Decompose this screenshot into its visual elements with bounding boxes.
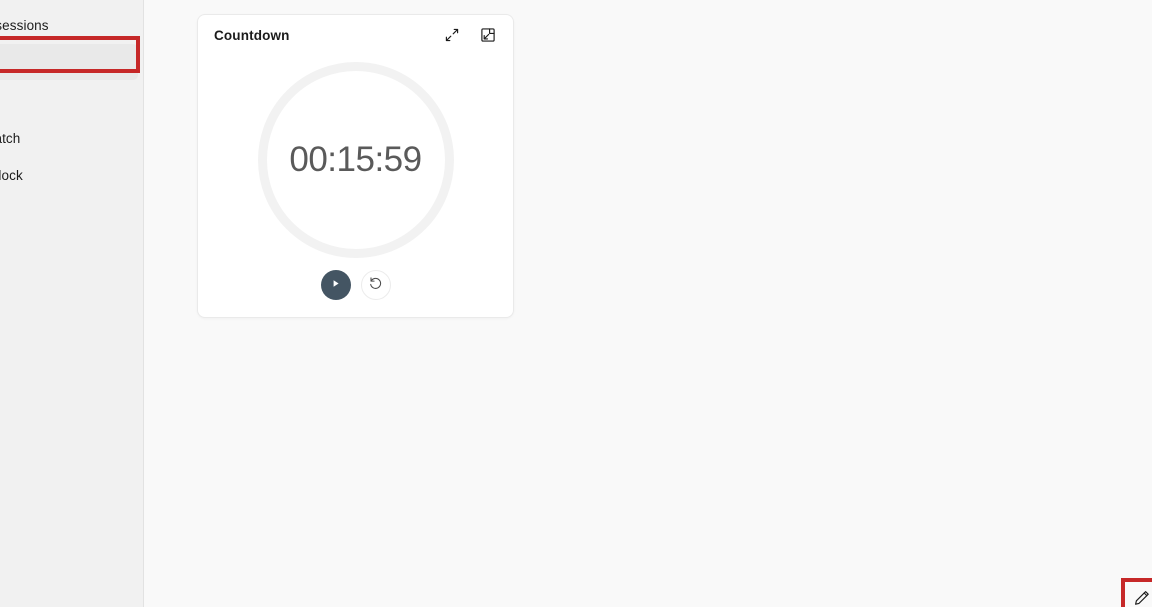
expand-diagonal-icon	[444, 27, 460, 43]
sidebar-item-alarm[interactable]: m	[0, 83, 138, 119]
sidebar-item-stopwatch[interactable]: owatch	[0, 120, 138, 156]
sidebar-item-label: ld clock	[0, 167, 23, 183]
reset-timer-button[interactable]	[360, 270, 391, 300]
sidebar-item-world-clock[interactable]: ld clock	[0, 157, 138, 193]
card-title: Countdown	[214, 27, 290, 43]
sidebar-item-label: owatch	[0, 130, 21, 146]
start-timer-button[interactable]	[320, 270, 351, 300]
countdown-card: Countdown 00:15:59	[197, 14, 514, 318]
sidebar-nav-list: us sessions er m owatch ld clock	[0, 6, 143, 194]
countdown-progress-ring: 00:15:59	[257, 62, 454, 258]
reset-counterclockwise-icon	[368, 276, 383, 294]
sidebar-item-sign-in[interactable]: n in	[0, 563, 143, 599]
feedback-button[interactable]	[1130, 588, 1152, 607]
play-icon	[329, 277, 342, 293]
pen-feedback-icon	[1133, 589, 1151, 607]
sidebar-item-timer[interactable]: er	[0, 44, 138, 80]
compact-overlay-icon	[480, 27, 496, 43]
navigation-sidebar: us sessions er m owatch ld clock n in	[0, 0, 144, 607]
countdown-card-header: Countdown	[198, 15, 513, 55]
compact-overlay-button[interactable]	[475, 22, 501, 48]
sidebar-item-focus-sessions[interactable]: us sessions	[0, 7, 138, 43]
countdown-ring-wrapper: 00:15:59	[198, 57, 513, 263]
clock-app-window: us sessions er m owatch ld clock n in	[0, 0, 1152, 607]
sidebar-item-label: us sessions	[0, 17, 49, 33]
countdown-controls	[198, 270, 513, 300]
sidebar-inner: us sessions er m owatch ld clock n in	[0, 0, 143, 607]
card-action-buttons	[439, 22, 501, 48]
main-content-area: Countdown 00:15:59	[144, 0, 1152, 607]
expand-button[interactable]	[439, 22, 465, 48]
countdown-time-display: 00:15:59	[289, 140, 422, 179]
